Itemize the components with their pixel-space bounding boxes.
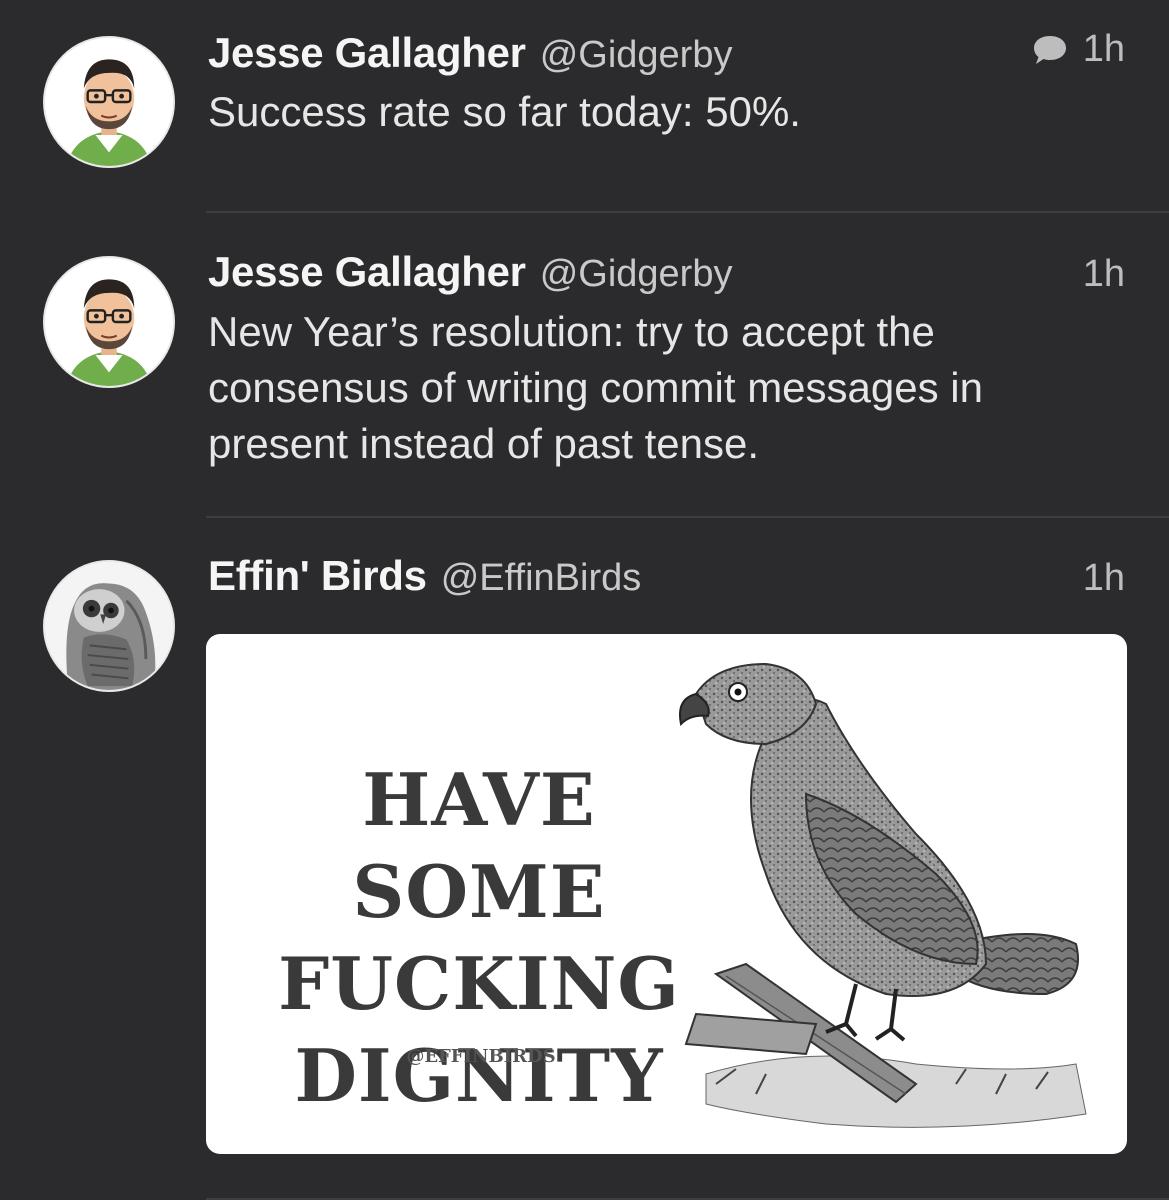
tweet[interactable]: Jesse Gallagher @Gidgerby 1h Success rat… — [0, 0, 1169, 214]
avatar[interactable] — [43, 256, 175, 388]
author-name[interactable]: Effin' Birds — [208, 552, 427, 600]
divider — [206, 211, 1169, 213]
avatar[interactable] — [43, 560, 175, 692]
timestamp: 1h — [1082, 28, 1125, 70]
reply-bubble-icon[interactable] — [1031, 33, 1069, 67]
tweet-header: Jesse Gallagher @Gidgerby 1h — [208, 248, 1125, 304]
author-handle[interactable]: @Gidgerby — [540, 34, 733, 77]
card-watermark: @EFFINBIRDS — [406, 1046, 556, 1067]
avatar-cartoon-man — [45, 258, 173, 386]
tweet-header: Effin' Birds @EffinBirds 1h — [208, 552, 1125, 608]
tweet[interactable]: Effin' Birds @EffinBirds 1h HAVE SOME FU… — [0, 518, 1169, 1200]
timestamp: 1h — [1082, 557, 1125, 599]
tweet-text: Success rate so far today: 50%. — [208, 88, 801, 135]
author-name[interactable]: Jesse Gallagher — [208, 248, 526, 296]
tweet-header: Jesse Gallagher @Gidgerby 1h — [208, 28, 1125, 84]
avatar[interactable] — [43, 36, 175, 168]
author-name[interactable]: Jesse Gallagher — [208, 29, 526, 77]
tweet-text: New Year’s resolution: try to accept the… — [208, 308, 983, 467]
tweet[interactable]: Jesse Gallagher @Gidgerby 1h New Year’s … — [0, 214, 1169, 518]
parrot-illustration — [679, 662, 1087, 1128]
author-handle[interactable]: @Gidgerby — [540, 253, 733, 296]
card-caption-line: HAVE SOME — [352, 757, 606, 934]
owl-avatar-icon — [45, 562, 173, 690]
tweet-meta: 1h — [1083, 557, 1125, 600]
card-caption-line: FUCKING — [278, 941, 680, 1026]
author-handle[interactable]: @EffinBirds — [441, 557, 642, 600]
timeline: Jesse Gallagher @Gidgerby 1h Success rat… — [0, 0, 1169, 1200]
timestamp: 1h — [1082, 253, 1125, 295]
avatar-cartoon-man — [45, 38, 173, 166]
tweet-meta: 1h — [1031, 28, 1125, 71]
media-image[interactable]: HAVE SOME FUCKING DIGNITY @EFFINBIRDS — [206, 634, 1127, 1154]
tweet-meta: 1h — [1083, 253, 1125, 296]
card-caption-line: DIGNITY — [294, 1033, 664, 1118]
